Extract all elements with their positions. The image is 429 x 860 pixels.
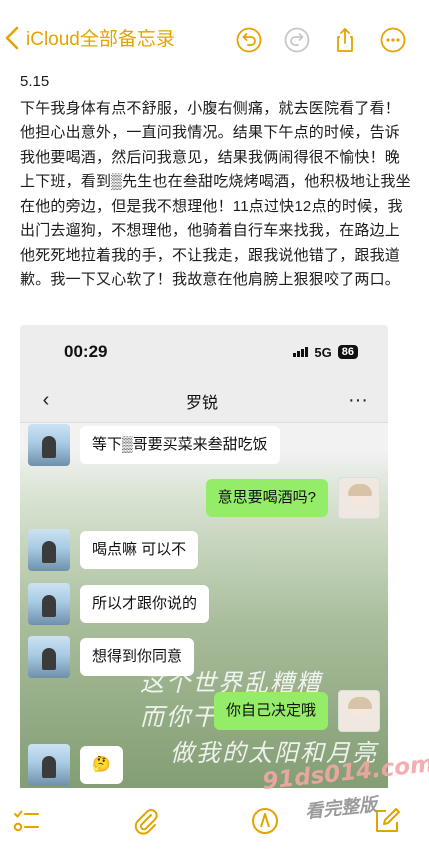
attachment-button[interactable] — [131, 806, 161, 836]
contact-avatar — [28, 583, 70, 625]
embedded-chat-screenshot[interactable]: 00:29 5G 86 ‹ 罗锐 ··· 这个世界乱糟糟 而你干干净净 做我的太… — [20, 325, 388, 805]
chat-message: 想得到你同意 — [28, 636, 195, 678]
markup-icon — [252, 808, 278, 834]
share-icon — [337, 28, 353, 52]
embedded-signal-group: 5G 86 — [293, 345, 358, 360]
more-icon — [380, 27, 406, 53]
undo-button[interactable] — [225, 22, 273, 58]
self-avatar — [338, 477, 380, 519]
chat-message: 等下▒哥要买菜来叁甜吃饭 — [28, 424, 280, 466]
checklist-button[interactable] — [12, 806, 42, 836]
back-button-label: iCloud全部备忘录 — [26, 29, 175, 50]
contact-avatar — [28, 636, 70, 678]
message-bubble: 🤔 — [80, 746, 123, 784]
note-date: 5.15 — [20, 73, 50, 90]
more-button[interactable] — [369, 22, 417, 58]
message-bubble: 你自己决定哦 — [213, 692, 328, 730]
chat-message: 喝点嘛 可以不 — [28, 529, 199, 571]
back-button[interactable]: iCloud全部备忘录 — [4, 24, 175, 51]
attachment-icon — [134, 809, 158, 835]
note-body: 下午我身体有点不舒服，小腹右侧痛，就去医院看了看！他担心出意外，一直问我情况。结… — [20, 99, 411, 289]
battery-icon: 86 — [337, 345, 358, 359]
embedded-status-time: 00:29 — [64, 342, 108, 361]
redo-icon — [284, 27, 310, 53]
navigation-bar: iCloud全部备忘录 — [0, 0, 429, 78]
embedded-status-bar: 00:29 5G 86 — [20, 325, 388, 379]
signal-bars-icon — [293, 347, 309, 357]
note-content[interactable]: 5.15 下午我身体有点不舒服，小腹右侧痛，就去医院看了看！他担心出意外，一直问… — [20, 70, 412, 293]
share-button[interactable] — [321, 22, 369, 58]
message-bubble: 所以才跟你说的 — [80, 585, 210, 623]
chat-message: 所以才跟你说的 — [28, 583, 210, 625]
embedded-contact-name: 罗锐 — [185, 394, 218, 412]
contact-avatar — [28, 424, 70, 466]
self-avatar — [338, 690, 380, 732]
chat-message: 🤔 — [28, 744, 123, 786]
embedded-back-icon: ‹ — [42, 389, 50, 411]
contact-avatar — [28, 529, 70, 571]
chat-message: 意思要喝酒吗? — [205, 477, 380, 519]
contact-avatar — [28, 744, 70, 786]
message-bubble: 想得到你同意 — [80, 638, 195, 676]
chevron-left-icon — [5, 26, 19, 49]
message-bubble: 喝点嘛 可以不 — [80, 531, 199, 569]
message-bubble: 意思要喝酒吗? — [205, 479, 328, 517]
message-bubble: 等下▒哥要买菜来叁甜吃饭 — [80, 426, 280, 464]
chat-message: 你自己决定哦 — [213, 690, 380, 732]
embedded-more-icon: ··· — [347, 389, 368, 411]
embedded-chat-header: ‹ 罗锐 ··· — [20, 379, 388, 423]
embedded-network: 5G — [314, 344, 332, 360]
undo-icon — [236, 27, 262, 53]
markup-button[interactable] — [250, 806, 280, 836]
checklist-icon — [13, 810, 39, 832]
redo-button[interactable] — [273, 22, 321, 58]
